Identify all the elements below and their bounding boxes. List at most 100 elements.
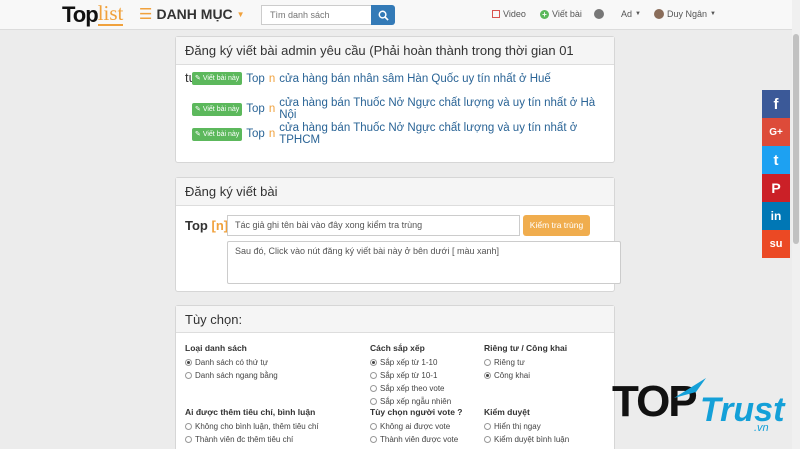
- video-label: Video: [503, 9, 526, 19]
- request-link[interactable]: cửa hàng bán Thuốc Nở Ngực chất lượng và…: [279, 97, 614, 121]
- panel-title: Tùy chọn:: [176, 306, 614, 333]
- request-top[interactable]: Top: [246, 73, 265, 85]
- radio-option[interactable]: Không ai được vote: [370, 422, 450, 431]
- radio-option[interactable]: Sắp xếp theo vote: [370, 384, 445, 393]
- radio-label: Sắp xếp ngẫu nhiên: [380, 397, 452, 406]
- request-link[interactable]: cửa hàng bán Thuốc Nở Ngực chất lượng và…: [279, 122, 614, 146]
- radio-option[interactable]: Sắp xếp từ 10-1: [370, 371, 437, 380]
- user-menu[interactable]: Duy Ngân ▼: [654, 9, 716, 19]
- logo-top-text: Top: [62, 2, 99, 27]
- radio-label: Thành viên đc thêm tiêu chí: [195, 435, 294, 444]
- radio-icon: [370, 372, 377, 379]
- radio-option[interactable]: Riêng tư: [484, 358, 525, 367]
- radio-option[interactable]: Danh sách có thứ tự: [185, 358, 268, 367]
- radio-label: Danh sách ngang bằng: [195, 371, 278, 380]
- globe-icon: [594, 9, 604, 19]
- radio-label: Kiểm duyệt bình luận: [494, 435, 570, 444]
- facebook-icon: f: [773, 95, 779, 113]
- ad-label: Ad: [621, 9, 633, 19]
- radio-option[interactable]: Thành viên đc thêm tiêu chí: [185, 435, 293, 444]
- avatar: [654, 9, 664, 19]
- top-navbar: Top list ☰ DANH MỤC ▼ Video + Viết bài A…: [0, 0, 800, 30]
- radio-icon: [484, 436, 491, 443]
- scrollbar-thumb[interactable]: [793, 34, 799, 244]
- radio-icon: [185, 423, 192, 430]
- radio-option[interactable]: Không cho bình luận, thêm tiêu chí: [185, 422, 319, 431]
- radio-label: Sắp xếp từ 1-10: [380, 358, 438, 367]
- request-top[interactable]: Top: [246, 103, 265, 115]
- watermark-domain: .vn: [754, 422, 769, 434]
- toplist-logo[interactable]: Top list: [62, 1, 124, 27]
- write-this-button[interactable]: ✎ Viết bài này: [192, 102, 243, 116]
- privacy-title: Riêng tư / Công khai: [484, 343, 568, 353]
- twitter-share-button[interactable]: t: [762, 146, 790, 174]
- radio-label: Hiển thị ngay: [494, 422, 541, 431]
- badge-label: Viết bài này: [202, 75, 240, 82]
- radio-option[interactable]: Thành viên được vote: [370, 435, 458, 444]
- top-label-text: Top: [185, 218, 208, 233]
- video-link[interactable]: Video: [492, 9, 526, 19]
- search-icon: [378, 10, 389, 21]
- request-n: n: [268, 128, 276, 140]
- user-name: Duy Ngân: [667, 9, 708, 19]
- write-this-button[interactable]: ✎ Viết bài này: [192, 127, 243, 141]
- google-plus-share-button[interactable]: G+: [762, 118, 790, 146]
- radio-label: Riêng tư: [494, 358, 525, 367]
- radio-icon: [370, 436, 377, 443]
- caret-down-icon: ▼: [710, 11, 716, 17]
- radio-option[interactable]: Sắp xếp từ 1-10: [370, 358, 437, 367]
- radio-option[interactable]: Kiểm duyệt bình luận: [484, 435, 569, 444]
- panel-title: Đăng ký viết bài: [176, 178, 614, 206]
- radio-label: Danh sách có thứ tự: [195, 358, 268, 367]
- chevron-down-icon: ▼: [236, 9, 245, 19]
- radio-icon: [484, 423, 491, 430]
- linkedin-icon: in: [770, 209, 782, 223]
- moderation-title: Kiểm duyệt: [484, 407, 530, 417]
- category-menu-button[interactable]: ☰ DANH MỤC ▼: [139, 5, 245, 23]
- radio-option[interactable]: Sắp xếp ngẫu nhiên: [370, 397, 451, 406]
- search-input[interactable]: [261, 5, 371, 25]
- pinterest-share-button[interactable]: P: [762, 174, 790, 202]
- admin-requests-panel: Đăng ký viết bài admin yêu cầu (Phải hoà…: [175, 36, 615, 163]
- post-description-textarea[interactable]: Sau đó, Click vào nút đăng ký viết bài n…: [227, 241, 621, 284]
- request-n: n: [268, 72, 276, 85]
- list-type-title: Loại danh sách: [185, 343, 247, 353]
- search-button[interactable]: [371, 5, 395, 25]
- write-this-button[interactable]: ✎ Viết bài này: [192, 72, 243, 85]
- linkedin-share-button[interactable]: in: [762, 202, 790, 230]
- logo-list-text: list: [97, 1, 124, 26]
- search-box: [261, 5, 395, 25]
- request-item: ✎ Viết bài này Top n cửa hàng bán nhân s…: [192, 72, 551, 85]
- video-icon: [492, 10, 500, 18]
- radio-checked-icon: [484, 372, 491, 379]
- radio-icon: [370, 423, 377, 430]
- request-item: ✎ Viết bài này Top n cửa hàng bán Thuốc …: [192, 122, 614, 146]
- facebook-share-button[interactable]: f: [762, 90, 790, 118]
- write-post-link[interactable]: + Viết bài: [540, 9, 582, 19]
- watermark-trust: Trust: [700, 391, 785, 429]
- request-top[interactable]: Top: [246, 128, 265, 140]
- radio-option[interactable]: Hiển thị ngay: [484, 422, 541, 431]
- panel-title: Đăng ký viết bài admin yêu cầu (Phải hoà…: [176, 37, 614, 85]
- stumbleupon-share-button[interactable]: su: [762, 230, 790, 258]
- ad-menu[interactable]: Ad ▼: [621, 9, 641, 19]
- top-n-label: Top [n]: [185, 218, 228, 233]
- request-item: ✎ Viết bài này Top n cửa hàng bán Thuốc …: [192, 97, 614, 121]
- post-title-input[interactable]: Tác giả ghi tên bài vào đây xong kiểm tr…: [227, 215, 520, 236]
- radio-icon: [185, 436, 192, 443]
- badge-label: Viết bài này: [202, 105, 240, 113]
- radio-option[interactable]: Công khai: [484, 371, 530, 380]
- radio-icon: [484, 359, 491, 366]
- radio-icon: [370, 385, 377, 392]
- stumbleupon-icon: su: [769, 238, 783, 250]
- check-duplicate-button[interactable]: Kiểm tra trùng: [523, 215, 590, 236]
- radio-label: Sắp xếp theo vote: [380, 384, 445, 393]
- radio-option[interactable]: Danh sách ngang bằng: [185, 371, 278, 380]
- radio-icon: [370, 398, 377, 405]
- vertical-scrollbar[interactable]: [792, 0, 800, 449]
- request-link[interactable]: cửa hàng bán nhân sâm Hàn Quốc uy tín nh…: [279, 73, 551, 85]
- radio-label: Sắp xếp từ 10-1: [380, 371, 438, 380]
- language-button[interactable]: [594, 9, 604, 19]
- radio-label: Thành viên được vote: [380, 435, 459, 444]
- hamburger-icon: ☰: [139, 6, 153, 23]
